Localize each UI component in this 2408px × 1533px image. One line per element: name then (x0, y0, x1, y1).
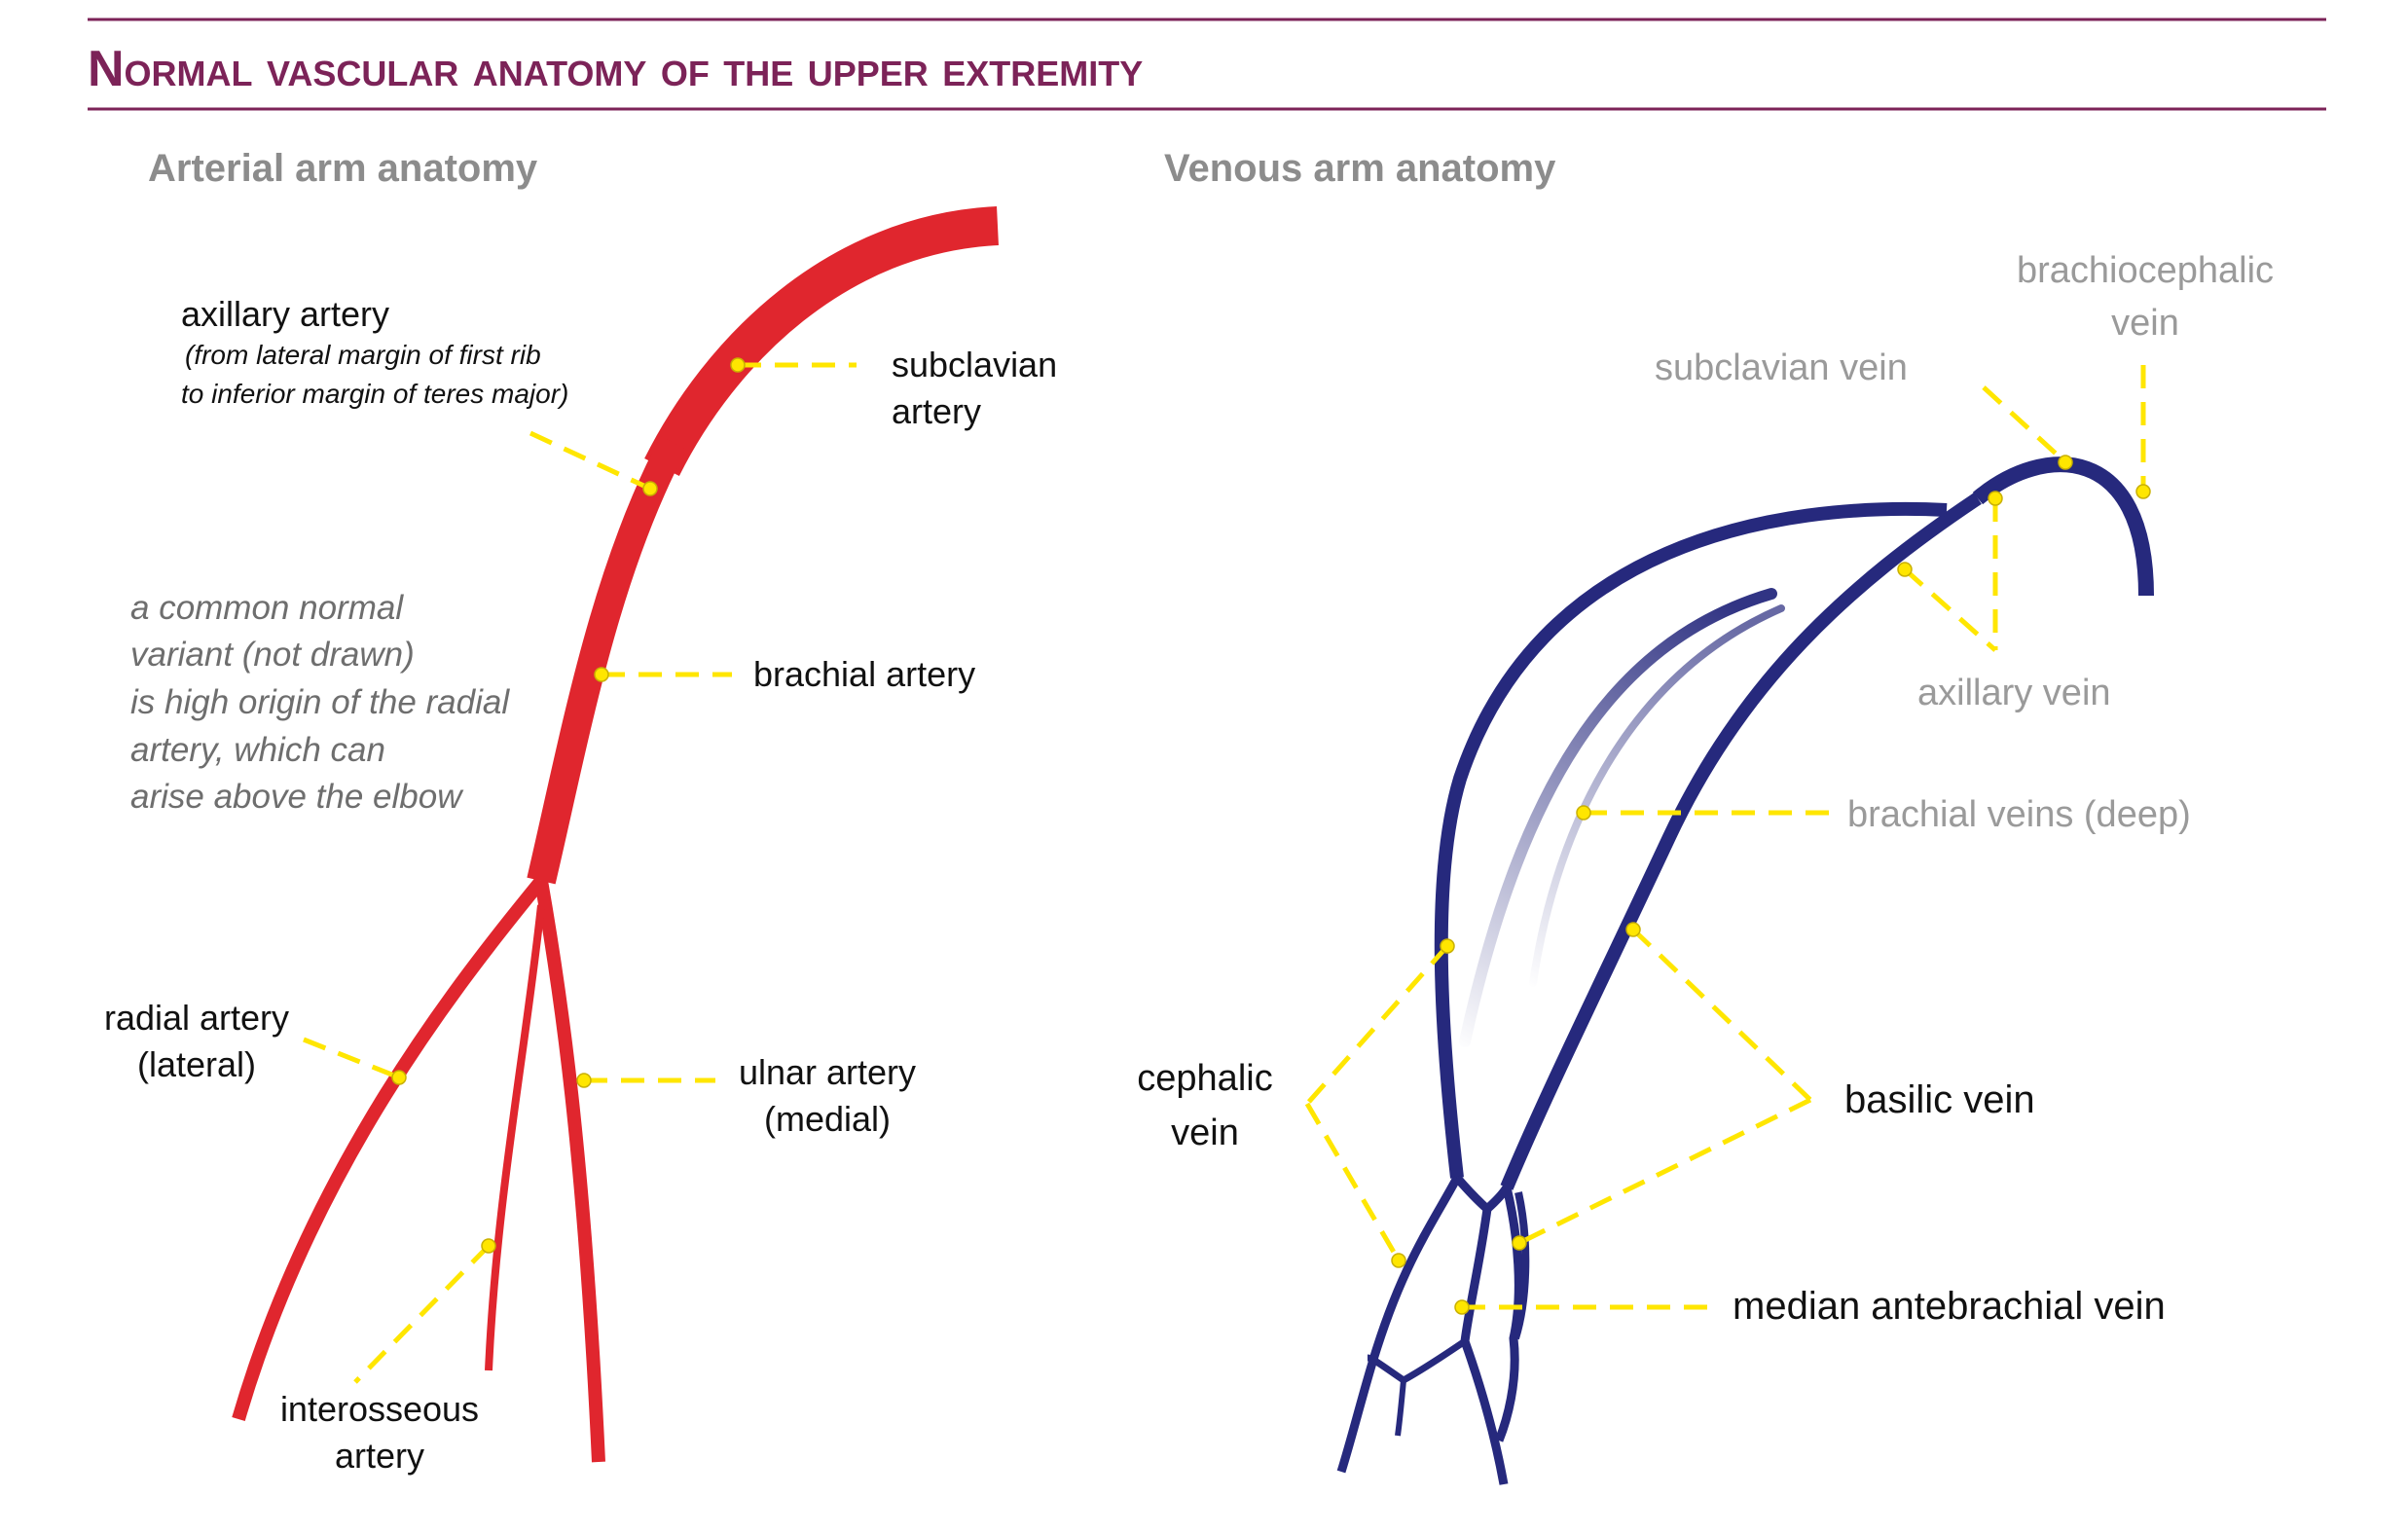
label-brachial-artery: brachial artery (753, 654, 975, 694)
vascular-diagram: Normal vascular anatomy of the upper ext… (88, 18, 2326, 1485)
arterial-section-title: Arterial arm anatomy (148, 147, 538, 190)
variant-note-line-5: arise above the elbow (130, 778, 464, 816)
pin-brachial-artery (594, 667, 609, 682)
leader-axillary-vein-2 (1903, 567, 1997, 652)
pin-axillary-vein-1 (1988, 491, 2003, 506)
pin-brachiocephalic-vein (2135, 484, 2151, 499)
axillary-brachial-artery-vessel (527, 435, 687, 885)
deep-brachial-vein-1 (1459, 588, 1777, 1047)
variant-note-line-2: variant (not drawn) (130, 636, 415, 674)
leader-subclavian-vein (1982, 385, 2067, 464)
basilic-forearm-vessel (1483, 1183, 1523, 1442)
pin-brachial-veins (1576, 805, 1591, 821)
label-radial-artery-1: radial artery (104, 998, 289, 1038)
label-axillary-note-1: (from lateral margin of first rib (185, 340, 541, 370)
leader-radial-artery (303, 1037, 400, 1080)
variant-note-line-4: artery, which can (130, 731, 385, 769)
label-subclavian-vein: subclavian vein (1655, 347, 1908, 388)
pin-axillary-artery (642, 481, 658, 496)
subclavian-brachiocephalic-vessel (1972, 456, 2154, 597)
pin-subclavian-artery (730, 357, 746, 373)
pin-interosseous-artery (481, 1238, 496, 1254)
variant-note: a common normal variant (not drawn) is h… (130, 589, 510, 816)
label-ulnar-artery-1: ulnar artery (739, 1052, 916, 1092)
pin-radial-artery (391, 1070, 407, 1085)
leader-basilic-vein-1 (1631, 928, 1812, 1102)
label-ulnar-artery-2: (medial) (764, 1099, 891, 1139)
label-brachial-veins-deep: brachial veins (deep) (1847, 794, 2191, 835)
pin-median-antebrachial-vein (1454, 1299, 1470, 1315)
label-cephalic-vein-1: cephalic (1137, 1058, 1272, 1099)
cephalic-vessel (1434, 501, 1948, 1179)
page-title: Normal vascular anatomy of the upper ext… (88, 41, 1143, 97)
label-brachiocephalic-vein-1: brachiocephalic (2017, 250, 2274, 291)
forearm-small-branch (1395, 1379, 1406, 1437)
vein-tree (1336, 456, 2154, 1485)
deep-brachial-vein-2 (1529, 604, 1785, 987)
label-radial-artery-2: (lateral) (137, 1044, 256, 1084)
label-axillary-vein: axillary vein (1917, 673, 2111, 713)
label-axillary-note-2: to inferior margin of teres major) (181, 379, 568, 409)
venous-section-title: Venous arm anatomy (1164, 147, 1556, 190)
label-median-antebrachial-vein: median antebrachial vein (1733, 1285, 2166, 1328)
variant-note-line-1: a common normal (130, 589, 404, 627)
pin-basilic-vein-1 (1625, 922, 1641, 937)
label-subclavian-artery-1: subclavian (892, 345, 1057, 384)
leader-interosseous-artery (353, 1244, 491, 1384)
leader-cephalic-vein-1 (1305, 944, 1449, 1106)
label-axillary-artery: axillary artery (181, 294, 389, 334)
diagram-canvas: Normal vascular anatomy of the upper ext… (0, 0, 2408, 1528)
pin-ulnar-artery (576, 1073, 592, 1088)
forearm-communicating-vein (1367, 1338, 1467, 1384)
label-brachiocephalic-vein-2: vein (2111, 303, 2179, 344)
leader-axillary-artery (529, 430, 652, 492)
ulnar-artery-vessel (534, 879, 605, 1463)
pin-basilic-vein-2 (1512, 1235, 1527, 1251)
pin-subclavian-vein (2058, 455, 2073, 470)
radial-artery-vessel (232, 876, 547, 1421)
pin-axillary-vein-2 (1897, 562, 1913, 577)
leader-cephalic-vein-2 (1304, 1102, 1402, 1262)
leader-basilic-vein-2 (1517, 1097, 1812, 1246)
label-cephalic-vein-2: vein (1171, 1113, 1239, 1153)
label-basilic-vein: basilic vein (1844, 1078, 2035, 1121)
artery-tree (232, 206, 1000, 1463)
pin-cephalic-vein-2 (1391, 1253, 1406, 1268)
pin-cephalic-vein-1 (1440, 938, 1455, 954)
variant-note-line-3: is high origin of the radial (130, 683, 510, 721)
label-interosseous-artery-2: artery (335, 1436, 424, 1476)
interosseous-artery-vessel (485, 904, 545, 1371)
label-interosseous-artery-1: interosseous (280, 1389, 479, 1429)
label-subclavian-artery-2: artery (892, 391, 981, 431)
